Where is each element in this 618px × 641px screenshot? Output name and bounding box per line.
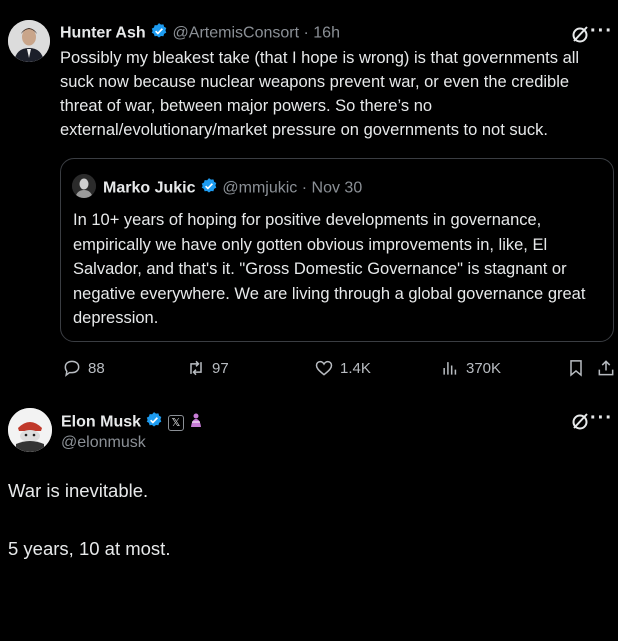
tweet-text-line: Possibly my bleakest take (that I hope i… xyxy=(60,49,580,67)
timestamp[interactable]: 16h xyxy=(313,25,340,42)
bookmark-button[interactable] xyxy=(566,358,586,378)
grok-icon[interactable] xyxy=(570,411,590,436)
tweet-text-line: threat of war, between major powers. So … xyxy=(60,97,433,115)
quote-text-line: empirically we have only gotten obvious … xyxy=(73,235,548,254)
separator: · xyxy=(303,24,309,42)
reply-icon xyxy=(64,360,80,377)
author-name[interactable]: Hunter Ash xyxy=(60,25,146,42)
avatar-elon-musk[interactable] xyxy=(8,408,52,452)
more-icon[interactable]: ··· xyxy=(590,407,613,430)
reply-count: 88 xyxy=(88,359,105,377)
emoji-icon xyxy=(188,412,204,433)
share-icon xyxy=(598,360,614,376)
reply-author-name[interactable]: Elon Musk xyxy=(61,414,141,431)
verified-icon xyxy=(145,411,163,434)
repost-count: 97 xyxy=(212,359,229,377)
repost-icon xyxy=(190,360,202,376)
quote-text-line: In 10+ years of hoping for positive deve… xyxy=(73,211,542,229)
repost-button[interactable]: 97 xyxy=(186,358,229,378)
reply-text-line-2: 5 years, 10 at most. xyxy=(8,538,171,559)
separator: · xyxy=(301,179,308,197)
avatar-marko-jukic[interactable] xyxy=(72,174,96,198)
more-icon[interactable]: ··· xyxy=(590,20,613,43)
quote-text-line: negative everywhere. We are living throu… xyxy=(73,284,586,303)
tweet-text-line: suck now because nuclear weapons prevent… xyxy=(60,73,570,91)
quote-author-handle[interactable]: @mmjukic xyxy=(222,180,297,197)
tweet-body: Possibly my bleakest take (that I hope i… xyxy=(60,46,610,142)
author-handle[interactable]: @ArtemisConsort xyxy=(173,25,300,42)
verified-icon xyxy=(150,22,168,45)
reply-author-handle[interactable]: @elonmusk xyxy=(61,434,146,452)
quote-header: Marko Jukic @mmjukic · Nov 30 xyxy=(103,177,362,200)
reply-button[interactable]: 88 xyxy=(62,358,105,378)
share-button[interactable] xyxy=(596,358,616,378)
reply-text-line-1: War is inevitable. xyxy=(8,480,149,501)
avatar-hunter-ash[interactable] xyxy=(8,20,50,62)
tweet-text-line: external/evolutionary/market pressure on… xyxy=(60,121,548,139)
quote-timestamp[interactable]: Nov 30 xyxy=(312,180,363,197)
like-icon xyxy=(315,360,333,376)
views-icon xyxy=(443,362,457,375)
reply-header: Elon Musk 𝕏 xyxy=(61,411,204,434)
views-count: 370K xyxy=(466,359,502,377)
views-button[interactable]: 370K xyxy=(440,358,501,378)
like-count: 1.4K xyxy=(340,359,371,377)
verified-icon xyxy=(200,177,218,200)
quote-text-line: Salvador, and that's it. "Gross Domestic… xyxy=(73,260,567,278)
quote-author-name[interactable]: Marko Jukic xyxy=(103,180,195,197)
quote-text-line: depression. xyxy=(73,309,159,327)
quote-body: In 10+ years of hoping for positive deve… xyxy=(73,208,608,331)
like-button[interactable]: 1.4K xyxy=(314,358,371,378)
bookmark-icon xyxy=(570,360,582,377)
x-badge-icon: 𝕏 xyxy=(167,414,184,431)
tweet-header: Hunter Ash @ArtemisConsort · 16h xyxy=(60,22,340,45)
